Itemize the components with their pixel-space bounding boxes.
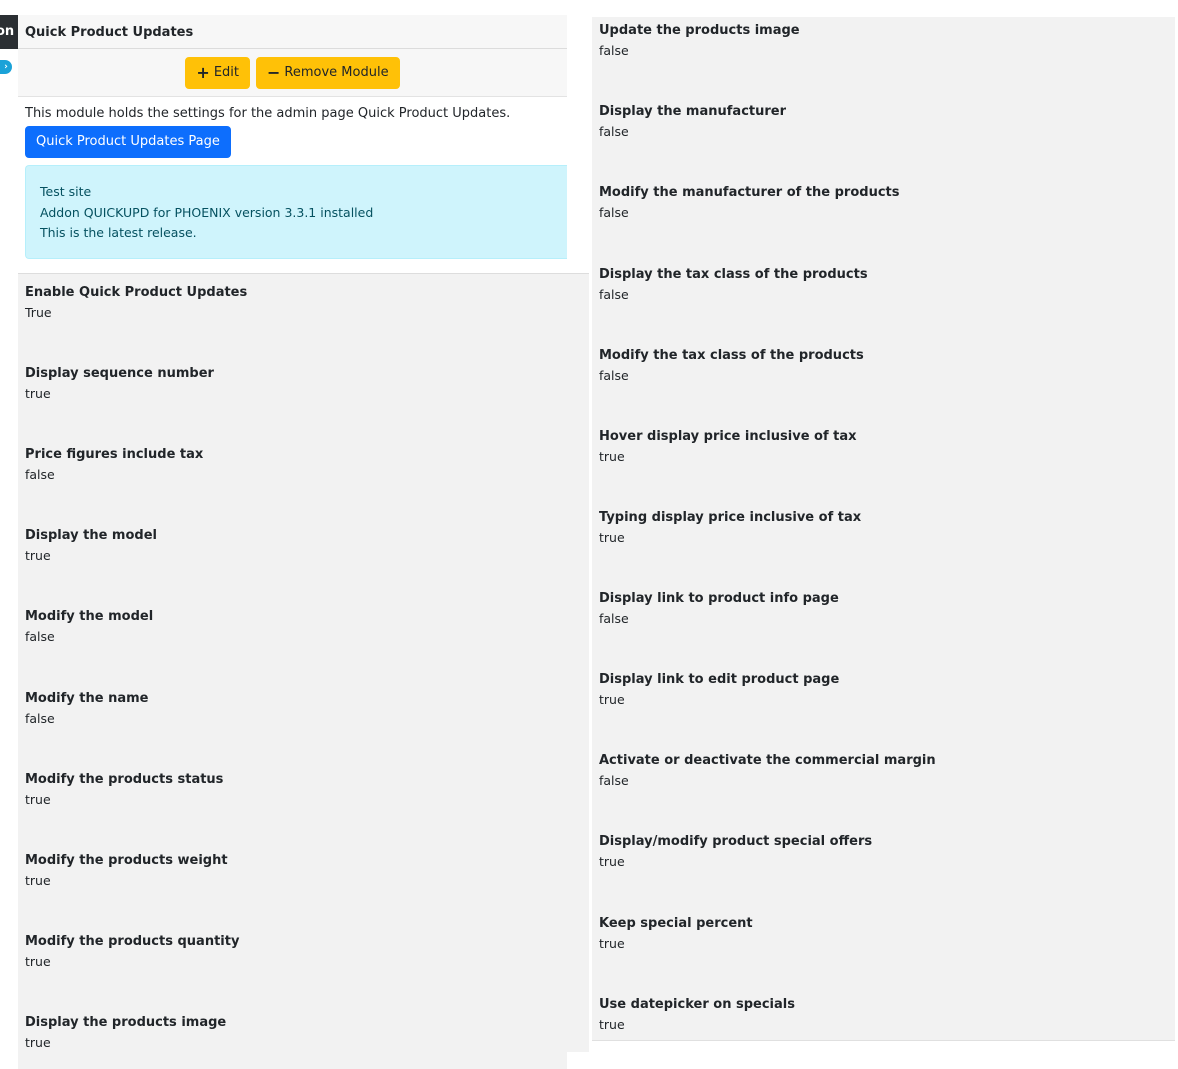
setting-title: Display the tax class of the products [599,267,868,282]
setting-value: true [25,386,51,401]
setting-item: Use datepicker on specials true [599,996,795,1033]
setting-value: true [599,854,625,869]
setting-value: True [25,305,52,320]
setting-title: Use datepicker on specials [599,997,795,1012]
setting-value: true [25,873,51,888]
setting-item: Enable Quick Product Updates True [25,284,247,321]
setting-item: Hover display price inclusive of tax tru… [599,428,857,465]
setting-item: Keep special percent true [599,915,753,952]
setting-item: Display link to edit product page true [599,671,839,708]
setting-item: Display sequence number true [25,365,214,402]
setting-item: Modify the model false [25,608,153,645]
setting-title: Update the products image [599,23,800,38]
setting-item: Price figures include tax false [25,446,203,483]
settings-list-left: Enable Quick Product Updates True Displa… [18,273,589,1069]
setting-item: Modify the name false [25,690,149,727]
settings-list-right: Update the products image false Display … [592,17,1175,1041]
setting-title: Typing display price inclusive of tax [599,510,862,525]
setting-title: Modify the name [25,691,149,706]
setting-title: Modify the manufacturer of the products [599,185,900,200]
setting-item: Modify the tax class of the products fal… [599,347,864,384]
setting-item: Display the model true [25,527,157,564]
setting-value: true [25,792,51,807]
setting-title: Display link to product info page [599,591,839,606]
setting-item: Modify the products status true [25,771,223,808]
remove-module-button-label: Remove Module [284,65,389,80]
setting-item: Modify the products weight true [25,852,228,889]
info-line-version: Addon QUICKUPD for PHOENIX version 3.3.1… [40,204,374,220]
setting-value: false [599,773,629,788]
setting-title: Display/modify product special offers [599,834,873,849]
setting-value: true [599,692,625,707]
page: on › Quick Product Updates + Edit − Remo… [0,0,1178,1069]
setting-item: Display the tax class of the products fa… [599,266,868,303]
setting-item: Display the manufacturer false [599,103,786,140]
setting-title: Modify the tax class of the products [599,348,864,363]
setting-item: Modify the manufacturer of the products … [599,184,900,221]
setting-title: Modify the products quantity [25,934,240,949]
chevron-right-icon[interactable]: › [0,60,12,74]
setting-title: Display the model [25,528,157,543]
setting-value: true [599,936,625,951]
setting-title: Modify the model [25,609,154,624]
setting-title: Display link to edit product page [599,672,840,687]
setting-title: Display sequence number [25,366,214,381]
remove-module-button[interactable]: − Remove Module [256,56,400,89]
setting-value: false [25,467,55,482]
setting-value: false [599,368,629,383]
info-line-release: This is the latest release. [40,225,197,240]
setting-item: Display the products image true [25,1014,226,1051]
edit-button[interactable]: + Edit [185,56,250,89]
setting-title: Enable Quick Product Updates [25,285,248,300]
setting-value: true [25,548,51,563]
divider [567,1052,592,1069]
setting-title: Price figures include tax [25,447,204,462]
module-title: Quick Product Updates [18,15,567,49]
setting-value: true [25,1035,51,1050]
setting-value: true [599,530,625,545]
setting-value: false [599,611,629,626]
setting-value: true [599,1017,625,1032]
setting-value: false [599,124,629,139]
setting-title: Modify the products weight [25,853,228,868]
setting-value: false [25,711,55,726]
setting-item: Update the products image false [599,22,800,59]
setting-value: false [599,287,629,302]
sidebar-edge-tab[interactable]: on [0,15,18,49]
edit-button-label: Edit [213,65,239,80]
version-info-alert: Test site Addon QUICKUPD for PHOENIX ver… [25,165,567,259]
quick-product-updates-page-button[interactable]: Quick Product Updates Page [25,126,231,158]
setting-title: Display the products image [25,1015,227,1030]
setting-value: false [599,205,629,220]
setting-item: Display link to product info page false [599,590,839,627]
setting-item: Typing display price inclusive of tax tr… [599,509,861,546]
setting-item: Activate or deactivate the commercial ma… [599,752,936,789]
setting-value: false [25,629,55,644]
setting-item: Modify the products quantity true [25,933,239,970]
setting-value: true [599,449,625,464]
setting-item: Display/modify product special offers tr… [599,833,872,870]
module-body: This module holds the settings for the a… [18,97,567,279]
setting-title: Keep special percent [599,916,753,931]
setting-title: Activate or deactivate the commercial ma… [599,753,936,768]
minus-icon: − [267,62,281,82]
setting-title: Modify the products status [25,772,224,787]
module-actions: + Edit − Remove Module [18,49,567,97]
module-panel: Quick Product Updates + Edit − Remove Mo… [18,15,567,279]
setting-title: Display the manufacturer [599,104,787,119]
info-line-site: Test site [40,184,92,199]
setting-value: false [599,43,629,58]
setting-title: Hover display price inclusive of tax [599,429,857,444]
setting-value: true [25,954,51,969]
module-description: This module holds the settings for the a… [25,106,511,121]
plus-icon: + [196,62,210,82]
